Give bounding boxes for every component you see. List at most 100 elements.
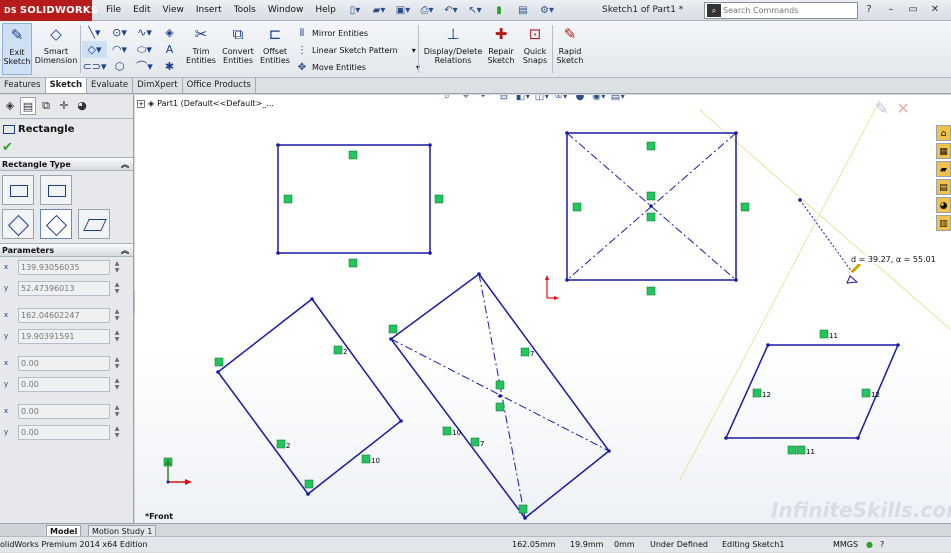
undo-icon[interactable]: ↶▾ xyxy=(440,2,462,19)
collapse-icon[interactable]: ︽ xyxy=(121,158,129,171)
3point-corner-rectangle-option[interactable] xyxy=(2,209,34,239)
feature-tree-flyout[interactable]: + ◈ Part1 (Default<<Default>_... xyxy=(137,99,274,108)
spinner-icon[interactable]: ▲ ▼ xyxy=(112,281,122,296)
parallelogram-option[interactable] xyxy=(78,209,110,239)
trim-entities-button[interactable]: ✂ Trim Entities xyxy=(186,23,216,75)
circle-tool-icon[interactable]: ⊙▾ xyxy=(107,24,132,41)
smart-dimension-button[interactable]: ◇ Smart Dimension xyxy=(34,23,78,75)
convert-entities-button[interactable]: ⧉ Convert Entities xyxy=(220,23,256,75)
display-delete-relations-button[interactable]: ⊥ Display/Delete Relations xyxy=(422,23,484,75)
menu-help[interactable]: Help xyxy=(309,0,342,21)
center-rectangle-option[interactable] xyxy=(40,175,72,205)
rectangle-type-header[interactable]: Rectangle Type ︽ xyxy=(0,157,133,171)
tab-office-products[interactable]: Office Products xyxy=(183,78,256,93)
confirm-cancel-icon[interactable]: ✕ xyxy=(896,99,909,118)
fillet-tool-icon[interactable]: ⌒▾ xyxy=(132,58,157,75)
spline-tool-icon[interactable]: ∿▾ xyxy=(132,24,157,41)
dimension-tool-icon[interactable]: ◈ xyxy=(157,24,182,41)
select-arrow-icon[interactable]: ↖▾ xyxy=(464,2,486,19)
configuration-tab-icon[interactable]: ⧉ xyxy=(38,97,54,115)
file-properties-icon[interactable]: ▤ xyxy=(512,2,534,19)
offset-entities-button[interactable]: ⊏ Offset Entities xyxy=(258,23,292,75)
param-field[interactable] xyxy=(18,281,110,296)
move-entities-button[interactable]: ✥Move Entities▾ xyxy=(296,59,420,76)
display-manager-tab-icon[interactable]: ◕ xyxy=(74,97,90,115)
dimxpert-tab-icon[interactable]: ✛ xyxy=(56,97,72,115)
mirror-entities-button[interactable]: ⫴ Mirror Entities xyxy=(296,25,420,42)
previous-view-icon[interactable]: ↶ xyxy=(477,95,493,105)
point-tool-icon[interactable]: ✱ xyxy=(157,58,182,75)
zoom-to-fit-icon[interactable]: ⌕ xyxy=(439,95,455,105)
linear-pattern-button[interactable]: ⋮ Linear Sketch Pattern ▾ xyxy=(296,42,420,59)
search-commands[interactable]: ⌕ xyxy=(704,2,858,19)
line-tool-icon[interactable]: ╲▾ xyxy=(82,24,107,41)
menu-window[interactable]: Window xyxy=(262,0,310,21)
spinner-icon[interactable]: ▲ ▼ xyxy=(112,377,122,392)
print-icon[interactable]: ⎙▾ xyxy=(416,2,438,19)
custom-properties-tab-icon[interactable]: ▥ xyxy=(936,215,951,231)
param-field[interactable] xyxy=(18,377,110,392)
solidworks-logo[interactable]: DS SOLIDWORKS xyxy=(0,0,98,21)
open-folder-icon[interactable]: ▰▾ xyxy=(368,2,390,19)
property-manager-tab-icon[interactable]: ▤ xyxy=(20,97,36,115)
graphics-area[interactable]: 2 2 10 10 7 7 11 11 12 12 + ◈ Part1 (Def… xyxy=(135,95,951,523)
exit-sketch-button[interactable]: ✎ Exit Sketch xyxy=(2,23,32,75)
spinner-icon[interactable]: ▲ ▼ xyxy=(112,425,122,440)
file-explorer-tab-icon[interactable]: ▰ xyxy=(936,161,951,177)
rebuild-icon[interactable]: ▮ xyxy=(488,2,510,19)
corner-rectangle-option[interactable] xyxy=(2,175,34,205)
arc-tool-icon[interactable]: ◠▾ xyxy=(107,41,132,58)
restore-icon[interactable]: ▭ xyxy=(906,3,920,17)
menu-insert[interactable]: Insert xyxy=(190,0,228,21)
close-icon[interactable]: ✕ xyxy=(928,3,942,17)
design-library-tab-icon[interactable]: ▦ xyxy=(936,143,951,159)
ellipse-tool-icon[interactable]: ⬭▾ xyxy=(132,41,157,58)
polygon-tool-icon[interactable]: ⬡ xyxy=(107,58,132,75)
spinner-icon[interactable]: ▲ ▼ xyxy=(112,356,122,371)
spinner-icon[interactable]: ▲ ▼ xyxy=(112,404,122,419)
param-field[interactable] xyxy=(18,260,110,275)
sketch-canvas[interactable]: 2 2 10 10 7 7 11 11 12 12 xyxy=(135,95,951,523)
menu-tools[interactable]: Tools xyxy=(228,0,262,21)
help-icon[interactable]: ? xyxy=(880,537,884,553)
help-icon[interactable]: ? xyxy=(862,3,876,17)
rectangle-tool-icon[interactable]: ◇▾ xyxy=(82,41,107,58)
save-icon[interactable]: ▣▾ xyxy=(392,2,414,19)
repair-sketch-button[interactable]: ✚ Repair Sketch xyxy=(486,23,516,75)
3point-center-rectangle-option[interactable] xyxy=(40,209,72,239)
spinner-icon[interactable]: ▲ ▼ xyxy=(112,260,122,275)
search-input[interactable] xyxy=(723,4,853,17)
options-gear-icon[interactable]: ⚙▾ xyxy=(536,2,558,19)
collapse-icon[interactable]: ︽ xyxy=(121,244,129,257)
param-field[interactable] xyxy=(18,404,110,419)
param-field[interactable] xyxy=(18,425,110,440)
zoom-to-area-icon[interactable]: ⌖ xyxy=(458,95,474,105)
param-field[interactable] xyxy=(18,308,110,323)
view-palette-tab-icon[interactable]: ▤ xyxy=(936,179,951,195)
sketch-rectangle-1[interactable] xyxy=(277,144,431,254)
tab-dimxpert[interactable]: DimXpert xyxy=(133,78,183,93)
display-style-icon[interactable]: ◫▾ xyxy=(534,95,550,105)
menu-edit[interactable]: Edit xyxy=(127,0,156,21)
ok-check-icon[interactable]: ✔ xyxy=(2,140,13,155)
edit-appearance-icon[interactable]: ● xyxy=(572,95,588,105)
param-field[interactable] xyxy=(18,329,110,344)
quick-snaps-button[interactable]: ⊡ Quick Snaps xyxy=(520,23,550,75)
menu-file[interactable]: File xyxy=(100,0,127,21)
param-field[interactable] xyxy=(18,356,110,371)
slot-tool-icon[interactable]: ⊂⊃▾ xyxy=(82,58,107,75)
view-orientation-icon[interactable]: ◧▾ xyxy=(515,95,531,105)
hide-show-icon[interactable]: ∞▾ xyxy=(553,95,569,105)
view-settings-icon[interactable]: ▤▾ xyxy=(610,95,626,105)
resources-tab-icon[interactable]: ⌂ xyxy=(936,125,951,141)
spinner-icon[interactable]: ▲ ▼ xyxy=(112,308,122,323)
expand-icon[interactable]: + xyxy=(137,99,145,108)
spinner-icon[interactable]: ▲ ▼ xyxy=(112,329,122,344)
new-document-icon[interactable]: ▯▾ xyxy=(344,2,366,19)
menu-view[interactable]: View xyxy=(157,0,190,21)
rapid-sketch-button[interactable]: ✎ Rapid Sketch xyxy=(555,23,585,75)
tab-evaluate[interactable]: Evaluate xyxy=(87,78,134,93)
appearances-tab-icon[interactable]: ◕ xyxy=(936,197,951,213)
confirm-ok-icon[interactable]: ✎ xyxy=(875,99,888,118)
dropdown-icon[interactable]: ▾ xyxy=(412,42,416,59)
